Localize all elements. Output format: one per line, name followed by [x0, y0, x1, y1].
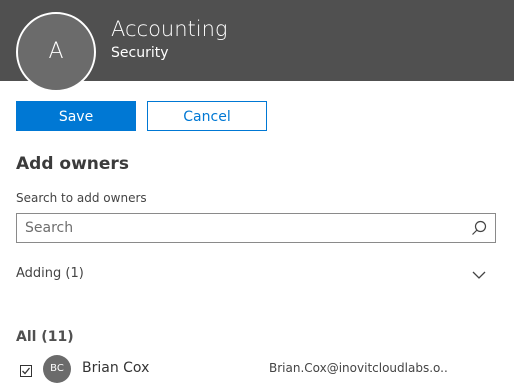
- search-owners-box: [16, 213, 496, 243]
- group-avatar: A: [16, 12, 96, 92]
- member-name: Brian Cox: [82, 360, 150, 376]
- group-header: A Accounting Security: [0, 0, 514, 92]
- search-owners-label: Search to add owners: [16, 191, 147, 205]
- member-email: Brian.Cox@inovitcloudlabs.o...: [269, 361, 449, 375]
- member-row[interactable]: BC Brian Cox Brian.Cox@inovitcloudlabs.o…: [16, 353, 506, 383]
- group-type: Security: [111, 45, 169, 61]
- adding-label: Adding (1): [16, 266, 84, 281]
- add-owners-title: Add owners: [16, 154, 129, 174]
- search-input[interactable]: [17, 214, 457, 242]
- group-name: Accounting: [111, 17, 228, 41]
- cancel-button[interactable]: Cancel: [147, 101, 267, 131]
- adding-section-toggle[interactable]: Adding (1): [16, 262, 496, 286]
- all-members-header: All (11): [16, 329, 74, 345]
- search-icon[interactable]: [471, 220, 487, 236]
- chevron-down-icon[interactable]: [472, 267, 486, 281]
- member-avatar: BC: [43, 355, 71, 383]
- member-checkbox[interactable]: [20, 362, 32, 377]
- save-button[interactable]: Save: [16, 101, 136, 131]
